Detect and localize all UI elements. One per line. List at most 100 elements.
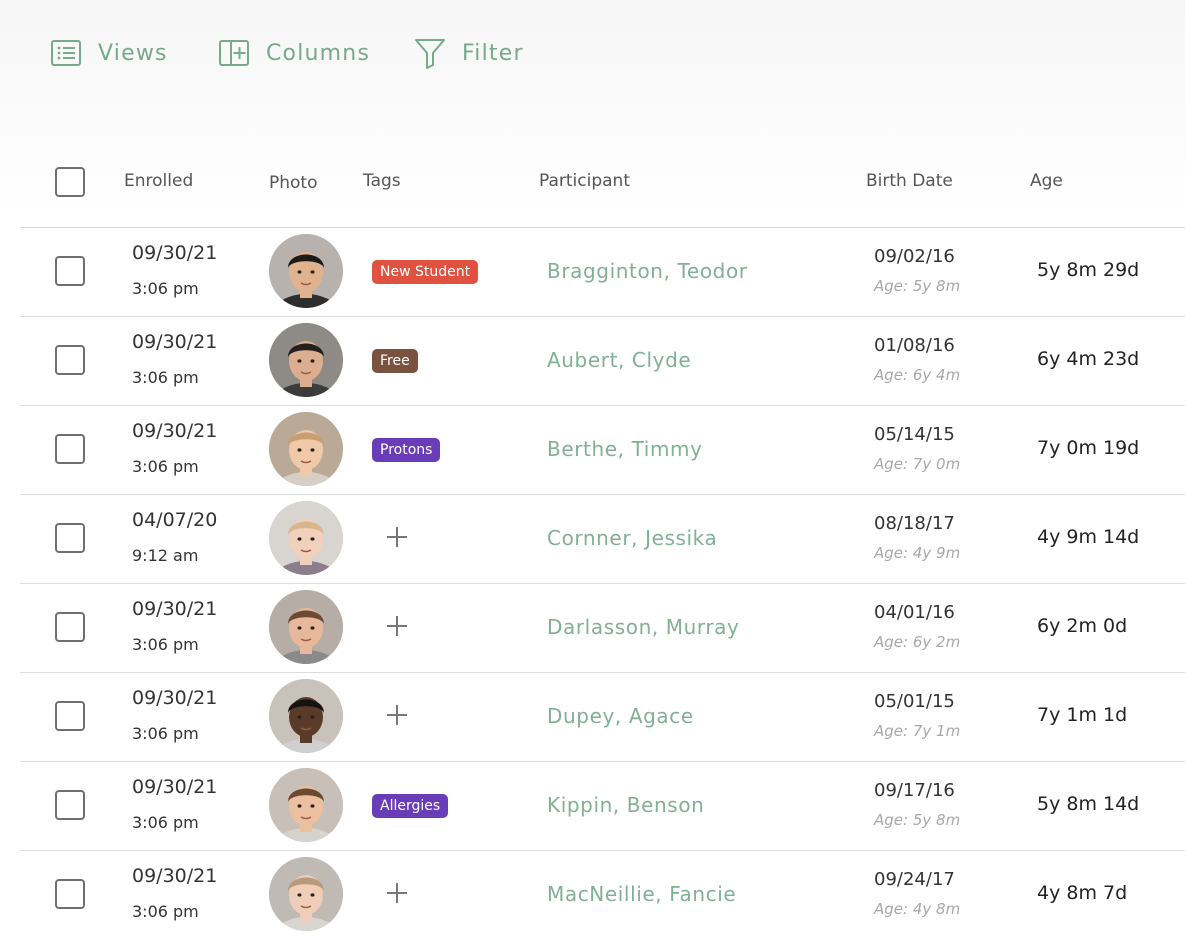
plus-icon (385, 614, 409, 642)
table-row[interactable]: 09/30/21 3:06 pm Free Aubert, Clyde 01/0… (20, 317, 1185, 406)
column-header-participant[interactable]: Participant (539, 171, 630, 191)
tags-cell (372, 495, 410, 583)
toolbar: Views Columns Filter (50, 30, 524, 76)
age-value: 6y 4m 23d (1037, 348, 1140, 370)
participant-photo[interactable] (269, 323, 343, 397)
row-checkbox[interactable] (55, 256, 85, 286)
participant-name-link[interactable]: MacNeillie, Fancie (547, 882, 736, 906)
participant-photo[interactable] (269, 679, 343, 753)
enrolled-date: 09/30/21 (132, 242, 218, 264)
tags-cell: Protons (372, 406, 441, 494)
row-checkbox[interactable] (55, 612, 85, 642)
participants-table: Enrolled Photo Tags Participant Birth Da… (20, 137, 1185, 934)
filter-button[interactable]: Filter (414, 30, 524, 76)
plus-icon (385, 703, 409, 731)
enrolled-time: 3:06 pm (132, 279, 199, 298)
participant-photo[interactable] (269, 590, 343, 664)
participant-name-link[interactable]: Darlasson, Murray (547, 615, 739, 639)
add-tag-button[interactable] (384, 615, 410, 641)
tags-cell (372, 673, 410, 761)
column-header-enrolled[interactable]: Enrolled (124, 171, 193, 191)
page: Views Columns Filter Enrolled Photo Tags… (0, 0, 1185, 934)
tags-cell (372, 851, 410, 934)
age-value: 5y 8m 14d (1037, 793, 1140, 815)
participant-photo[interactable] (269, 768, 343, 842)
columns-label: Columns (266, 40, 371, 66)
table-row[interactable]: 09/30/21 3:06 pm Dupey, Agace 05/01/15 A… (20, 673, 1185, 762)
column-header-tags[interactable]: Tags (363, 171, 401, 191)
age-value: 4y 8m 7d (1037, 882, 1128, 904)
enrolled-date: 09/30/21 (132, 598, 218, 620)
birth-age: Age: 5y 8m (874, 811, 961, 829)
participant-name-link[interactable]: Berthe, Timmy (547, 437, 703, 461)
tag-badge[interactable]: Allergies (372, 794, 449, 818)
enrolled-date: 04/07/20 (132, 509, 218, 531)
participant-photo[interactable] (269, 501, 343, 575)
table-row[interactable]: 09/30/21 3:06 pm MacNeillie, Fancie 09/2… (20, 851, 1185, 934)
row-checkbox[interactable] (55, 790, 85, 820)
add-column-icon (218, 39, 250, 67)
list-icon (50, 39, 82, 67)
birth-date: 09/02/16 (874, 246, 955, 267)
plus-icon (385, 525, 409, 553)
age-value: 6y 2m 0d (1037, 615, 1128, 637)
column-header-photo[interactable]: Photo (269, 173, 318, 193)
table-row[interactable]: 09/30/21 3:06 pm Darlasson, Murray 04/01… (20, 584, 1185, 673)
enrolled-date: 09/30/21 (132, 331, 218, 353)
age-value: 7y 1m 1d (1037, 704, 1128, 726)
birth-age: Age: 7y 0m (874, 455, 961, 473)
participant-name-link[interactable]: Dupey, Agace (547, 704, 694, 728)
birth-age: Age: 6y 4m (874, 366, 961, 384)
add-tag-button[interactable] (384, 526, 410, 552)
age-value: 5y 8m 29d (1037, 259, 1140, 281)
tags-cell: Allergies (372, 762, 449, 850)
row-checkbox[interactable] (55, 434, 85, 464)
table-row[interactable]: 09/30/21 3:06 pm Protons Berthe, Timmy 0… (20, 406, 1185, 495)
birth-age: Age: 4y 9m (874, 544, 961, 562)
row-checkbox[interactable] (55, 523, 85, 553)
enrolled-time: 3:06 pm (132, 635, 199, 654)
enrolled-date: 09/30/21 (132, 420, 218, 442)
add-tag-button[interactable] (384, 704, 410, 730)
participant-photo[interactable] (269, 234, 343, 308)
participant-photo[interactable] (269, 857, 343, 931)
tag-badge[interactable]: Protons (372, 438, 441, 462)
enrolled-time: 9:12 am (132, 546, 199, 565)
row-checkbox[interactable] (55, 879, 85, 909)
enrolled-time: 3:06 pm (132, 368, 199, 387)
participant-name-link[interactable]: Bragginton, Teodor (547, 259, 748, 283)
enrolled-time: 3:06 pm (132, 724, 199, 743)
table-row[interactable]: 04/07/20 9:12 am Cornner, Jessika 08/18/… (20, 495, 1185, 584)
views-label: Views (98, 40, 168, 66)
table-body: 09/30/21 3:06 pm New Student Bragginton,… (20, 228, 1185, 934)
table-row[interactable]: 09/30/21 3:06 pm Allergies Kippin, Benso… (20, 762, 1185, 851)
tags-cell (372, 584, 410, 672)
tags-cell: Free (372, 317, 418, 405)
participant-name-link[interactable]: Kippin, Benson (547, 793, 704, 817)
row-checkbox[interactable] (55, 701, 85, 731)
birth-age: Age: 5y 8m (874, 277, 961, 295)
age-value: 7y 0m 19d (1037, 437, 1140, 459)
tag-badge[interactable]: New Student (372, 260, 479, 284)
participant-name-link[interactable]: Cornner, Jessika (547, 526, 717, 550)
table-row[interactable]: 09/30/21 3:06 pm New Student Bragginton,… (20, 228, 1185, 317)
participant-name-link[interactable]: Aubert, Clyde (547, 348, 691, 372)
birth-age: Age: 7y 1m (874, 722, 961, 740)
column-header-age[interactable]: Age (1030, 171, 1063, 191)
enrolled-date: 09/30/21 (132, 865, 218, 887)
birth-date: 01/08/16 (874, 335, 955, 356)
row-checkbox[interactable] (55, 345, 85, 375)
select-all-checkbox[interactable] (55, 167, 85, 197)
table-header: Enrolled Photo Tags Participant Birth Da… (20, 137, 1185, 228)
birth-date: 04/01/16 (874, 602, 955, 623)
views-button[interactable]: Views (50, 30, 218, 76)
enrolled-time: 3:06 pm (132, 813, 199, 832)
column-header-birth-date[interactable]: Birth Date (866, 171, 953, 191)
add-tag-button[interactable] (384, 882, 410, 908)
participant-photo[interactable] (269, 412, 343, 486)
tags-cell: New Student (372, 228, 479, 316)
filter-label: Filter (462, 40, 524, 66)
enrolled-time: 3:06 pm (132, 457, 199, 476)
tag-badge[interactable]: Free (372, 349, 418, 373)
columns-button[interactable]: Columns (218, 30, 414, 76)
